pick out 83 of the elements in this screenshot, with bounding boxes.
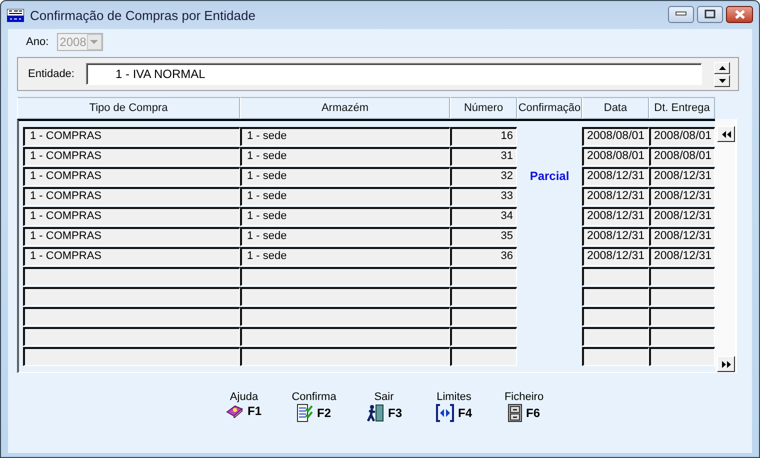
table-cell: 34 — [450, 207, 517, 226]
scroll-right-button[interactable] — [717, 356, 735, 372]
table-cell: 2008/12/31 — [582, 227, 649, 246]
table-cell: 1 - COMPRAS — [23, 127, 240, 146]
column-header[interactable]: Número — [450, 97, 517, 119]
scrollbar[interactable] — [715, 119, 737, 373]
table-cell: 2008/12/31 — [582, 207, 649, 226]
table-cell — [582, 327, 649, 346]
table-cell: 2008/08/01 — [649, 127, 715, 146]
table-cell: 1 - sede — [240, 147, 450, 166]
year-label: Ano: — [26, 36, 49, 48]
close-icon — [734, 8, 746, 20]
maximize-icon — [704, 9, 716, 19]
table-cell: 2008/08/01 — [582, 127, 649, 146]
table-cell: 35 — [450, 227, 517, 246]
maximize-button[interactable] — [697, 6, 723, 22]
file-cabinet-icon — [508, 404, 522, 422]
window-title: Confirmação de Compras por Entidade — [30, 8, 256, 22]
table-cell — [582, 307, 649, 326]
column-header[interactable]: Confirmação — [517, 97, 582, 119]
table-cell — [582, 267, 649, 286]
table-cell: 2008/12/31 — [649, 247, 715, 266]
book-icon — [226, 404, 244, 418]
table-cell — [450, 327, 517, 346]
limits-icon — [436, 404, 454, 422]
table-cell: 1 - sede — [240, 167, 450, 186]
table-cell: 1 - sede — [240, 187, 450, 206]
table-cell: 1 - COMPRAS — [23, 167, 240, 186]
exit-door-icon — [366, 404, 384, 422]
table-cell: 1 - COMPRAS — [23, 247, 240, 266]
spin-up-button[interactable] — [714, 62, 730, 74]
table-cell: 1 - sede — [240, 207, 450, 226]
function-key-button[interactable]: Confirma F2 — [288, 391, 340, 422]
table-cell — [450, 267, 517, 286]
table-cell — [450, 307, 517, 326]
table-cell: 2008/12/31 — [649, 187, 715, 206]
entity-label: Entidade: — [28, 68, 74, 80]
double-right-arrow-icon — [722, 360, 730, 368]
column-header[interactable]: Dt. Entrega — [649, 97, 715, 119]
table-cell: 1 - COMPRAS — [23, 187, 240, 206]
table-cell: 2008/12/31 — [649, 227, 715, 246]
table-cell: 36 — [450, 247, 517, 266]
table-cell — [450, 287, 517, 306]
column-header[interactable]: Data — [582, 97, 649, 119]
table-cell — [582, 287, 649, 306]
column-header[interactable]: Tipo de Compra — [17, 97, 240, 119]
app-icon — [7, 8, 24, 22]
function-key-button[interactable]: Ajuda F1 — [218, 391, 270, 422]
table-cell: 2008/08/01 — [582, 147, 649, 166]
close-button[interactable] — [726, 6, 753, 22]
table-cell: 2008/12/31 — [582, 187, 649, 206]
table-cell — [582, 347, 649, 366]
table-cell: 2008/12/31 — [582, 167, 649, 186]
down-arrow-icon — [718, 78, 726, 82]
table-cell: 1 - COMPRAS — [23, 227, 240, 246]
up-arrow-icon — [718, 66, 726, 70]
table-cell — [450, 347, 517, 366]
column-header[interactable]: Armazém — [240, 97, 450, 119]
minimize-button[interactable] — [668, 6, 694, 22]
scroll-left-button[interactable] — [717, 126, 735, 142]
table-cell: 1 - COMPRAS — [23, 147, 240, 166]
table-cell: 31 — [450, 147, 517, 166]
table-cell: 16 — [450, 127, 517, 146]
function-key-button[interactable]: Sair F3 — [358, 391, 410, 422]
double-left-arrow-icon — [722, 130, 730, 138]
entity-field[interactable]: 1 - IVA NORMAL — [86, 63, 702, 85]
function-key-button[interactable]: Ficheiro F6 — [498, 391, 550, 422]
confirmation-status: Parcial — [530, 169, 570, 183]
table-cell: 1 - sede — [240, 127, 450, 146]
table-cell: 32 — [450, 167, 517, 186]
table-cell: 2008/12/31 — [582, 247, 649, 266]
minimize-icon — [675, 11, 687, 17]
dropdown-arrow-icon — [90, 40, 98, 44]
table-cell: 1 - COMPRAS — [23, 207, 240, 226]
table-cell: 1 - sede — [240, 247, 450, 266]
table-cell: 2008/08/01 — [649, 147, 715, 166]
spin-down-button[interactable] — [714, 74, 730, 86]
checklist-icon — [296, 404, 313, 422]
function-key-button[interactable]: Limites F4 — [428, 391, 480, 422]
table-cell: 1 - sede — [240, 227, 450, 246]
table-cell: 2008/12/31 — [649, 207, 715, 226]
table-cell: 33 — [450, 187, 517, 206]
table-cell: 2008/12/31 — [649, 167, 715, 186]
